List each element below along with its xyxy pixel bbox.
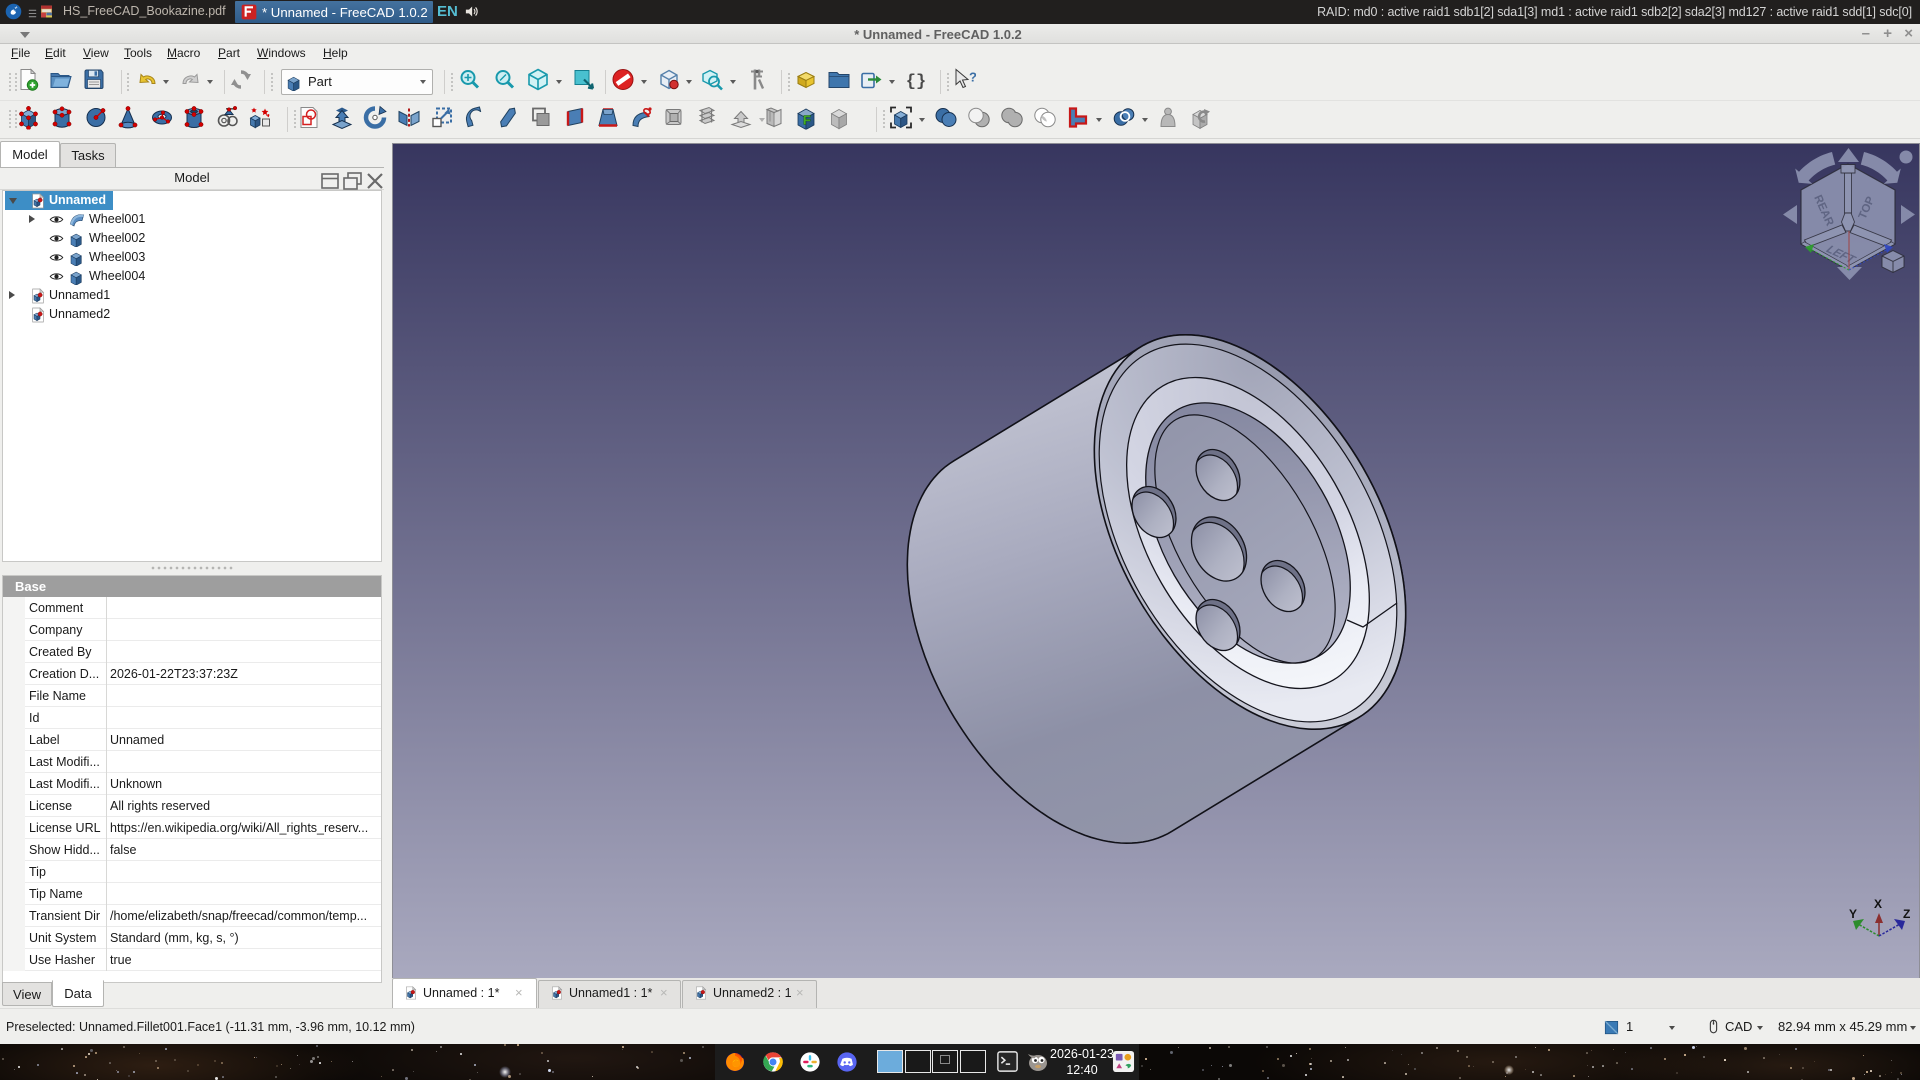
- svg-text:F: F: [803, 112, 811, 127]
- svg-text:X: X: [1874, 897, 1882, 911]
- svg-text:?: ?: [969, 70, 976, 85]
- svg-text:Z: Z: [1903, 907, 1910, 921]
- svg-text:Y: Y: [1849, 907, 1857, 921]
- svg-text:{}: {}: [906, 73, 926, 92]
